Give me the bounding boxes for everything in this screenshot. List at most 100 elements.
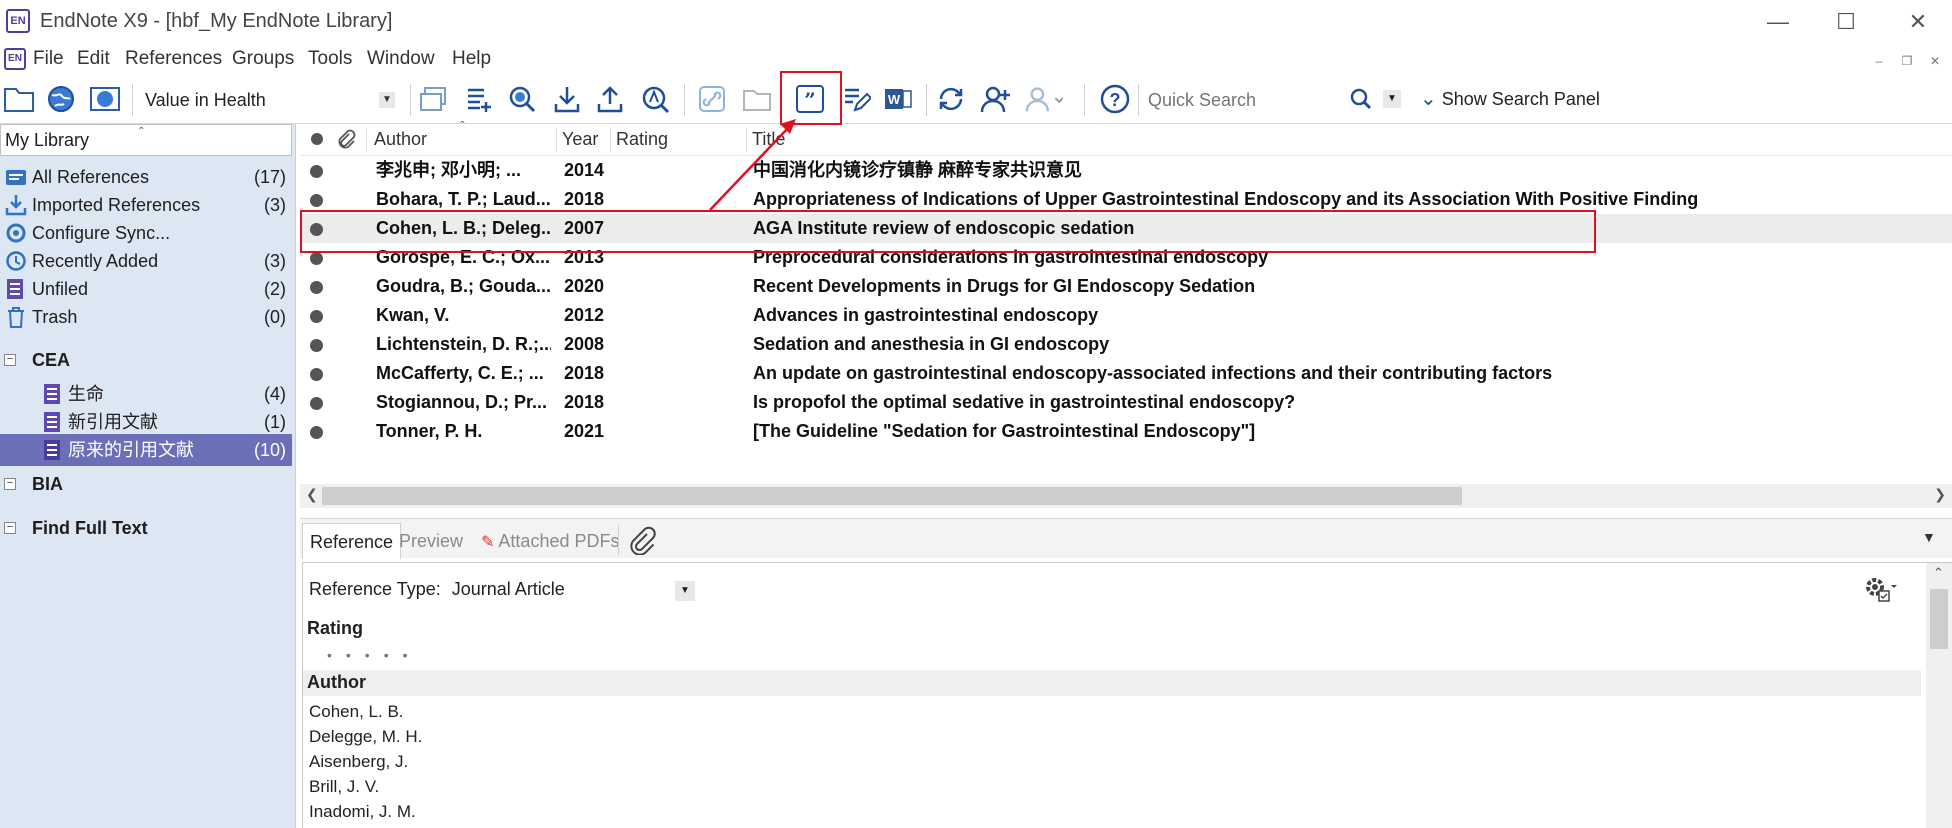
- mdi-close-button[interactable]: ✕: [1924, 50, 1946, 72]
- chevron-down-icon[interactable]: ▼: [379, 92, 395, 108]
- reference-row[interactable]: Stogiannou, D.; Pr... 2018 Is propofol t…: [300, 388, 1952, 417]
- reference-type-field[interactable]: Reference Type: Journal Article: [309, 579, 565, 600]
- output-style-select[interactable]: Value in Health ▼: [138, 85, 400, 115]
- row-year: 2021: [564, 421, 605, 441]
- menu-edit[interactable]: Edit: [77, 48, 110, 70]
- word-cite-icon[interactable]: W: [879, 80, 917, 118]
- unread-dot-icon[interactable]: [310, 165, 323, 178]
- year-column-header[interactable]: Year: [562, 129, 598, 150]
- gear-icon[interactable]: [1861, 573, 1897, 610]
- collapse-caret-icon[interactable]: ˆ: [139, 117, 144, 147]
- open-link-icon[interactable]: [693, 80, 731, 118]
- scrollbar-thumb[interactable]: [322, 487, 1462, 505]
- tab-attached-pdfs[interactable]: ✎ Attached PDFs: [474, 523, 626, 559]
- open-file-icon[interactable]: [738, 80, 776, 118]
- endnote-doc-icon[interactable]: EN: [4, 48, 26, 70]
- scroll-left-icon[interactable]: ❮: [306, 486, 318, 503]
- author-column-header[interactable]: Author: [374, 129, 427, 150]
- title-column-header[interactable]: Title: [752, 129, 785, 150]
- row-author: Kwan, V.: [376, 305, 450, 325]
- reference-row[interactable]: 李兆申; 邓小明; ... 2014 中国消化内镜诊疗镇静 麻醉专家共识意见: [300, 156, 1952, 185]
- edit-reference-icon[interactable]: [837, 80, 875, 118]
- reference-type-value: Journal Article: [451, 579, 565, 599]
- menu-groups[interactable]: Groups: [232, 48, 294, 70]
- horizontal-scrollbar[interactable]: ❮ ❯: [300, 484, 1952, 508]
- vertical-scrollbar[interactable]: ⌃: [1926, 563, 1952, 828]
- reference-row-selected[interactable]: Cohen, L. B.; Deleg... 2007 AGA Institut…: [300, 214, 1952, 243]
- unread-dot-icon[interactable]: [310, 397, 323, 410]
- collapse-toggle-icon[interactable]: −: [4, 478, 16, 490]
- quick-search-input[interactable]: [1140, 85, 1370, 115]
- reference-row[interactable]: Bohara, T. P.; Laud... 2018 Appropriaten…: [300, 185, 1952, 214]
- unread-dot-icon[interactable]: [310, 281, 323, 294]
- menu-file[interactable]: File: [33, 48, 64, 70]
- reference-row[interactable]: Gorospe, E. C.; Ox... 2013 Preprocedural…: [300, 243, 1952, 272]
- reference-row[interactable]: Tonner, P. H. 2021 [The Guideline "Sedat…: [300, 417, 1952, 446]
- online-search-mode-icon[interactable]: [42, 80, 80, 118]
- help-icon[interactable]: ?: [1096, 80, 1134, 118]
- find-full-text-icon[interactable]: [636, 80, 674, 118]
- show-search-panel-button[interactable]: ⌄ Show Search Panel: [1420, 86, 1600, 111]
- activity-feed-icon[interactable]: [1025, 80, 1063, 118]
- mdi-restore-button[interactable]: ❐: [1896, 50, 1918, 72]
- reference-row[interactable]: Kwan, V. 2012 Advances in gastrointestin…: [300, 301, 1952, 330]
- group-set-bia[interactable]: − BIA: [0, 468, 292, 500]
- local-library-mode-icon[interactable]: [0, 80, 38, 118]
- my-library-header[interactable]: My Library ˆ: [0, 124, 292, 156]
- rating-column-header[interactable]: Rating: [616, 129, 668, 150]
- search-options-dropdown[interactable]: ▼: [1383, 90, 1401, 108]
- reference-row[interactable]: McCafferty, C. E.; ... 2018 An update on…: [300, 359, 1952, 388]
- insert-citation-icon[interactable]: ”: [791, 80, 829, 118]
- integrated-library-mode-icon[interactable]: [86, 80, 124, 118]
- reference-row[interactable]: Lichtenstein, D. R.;... 2008 Sedation an…: [300, 330, 1952, 359]
- copy-to-local-library-icon[interactable]: [414, 80, 452, 118]
- export-icon[interactable]: [591, 80, 629, 118]
- tab-preview[interactable]: Preview: [392, 523, 470, 559]
- attach-file-icon[interactable]: [628, 525, 658, 560]
- read-status-column-header[interactable]: [310, 130, 324, 151]
- unread-dot-icon[interactable]: [310, 252, 323, 265]
- author-entry[interactable]: Cohen, L. B.: [309, 702, 404, 722]
- unread-dot-icon[interactable]: [310, 223, 323, 236]
- menu-window[interactable]: Window: [367, 48, 435, 70]
- group-item-original-citations[interactable]: 原来的引用文献 (10): [0, 434, 292, 466]
- reference-type-dropdown[interactable]: ▼: [675, 581, 695, 601]
- unread-dot-icon[interactable]: [310, 426, 323, 439]
- scrollbar-thumb[interactable]: [1930, 589, 1948, 649]
- scroll-right-icon[interactable]: ❯: [1934, 486, 1946, 503]
- share-group-icon[interactable]: [977, 80, 1015, 118]
- menu-references[interactable]: References: [125, 48, 222, 70]
- unread-dot-icon[interactable]: [310, 194, 323, 207]
- reference-row[interactable]: Goudra, B.; Gouda... 2020 Recent Develop…: [300, 272, 1952, 301]
- paperclip-icon[interactable]: [336, 128, 356, 155]
- unread-dot-icon[interactable]: [310, 368, 323, 381]
- row-title: 中国消化内镜诊疗镇静 麻醉专家共识意见: [753, 160, 1082, 180]
- menu-bar: EN File Edit References Groups Tools Win…: [0, 44, 1952, 76]
- sync-icon[interactable]: [932, 80, 970, 118]
- group-set-find-full-text[interactable]: − Find Full Text: [0, 512, 292, 544]
- menu-help[interactable]: Help: [452, 48, 491, 70]
- tab-reference[interactable]: Reference: [302, 523, 402, 559]
- menu-tools[interactable]: Tools: [308, 48, 352, 70]
- unread-dot-icon[interactable]: [310, 339, 323, 352]
- collapse-toggle-icon[interactable]: −: [4, 522, 16, 534]
- close-button[interactable]: ✕: [1898, 8, 1938, 36]
- collapse-toggle-icon[interactable]: −: [4, 354, 16, 366]
- sidebar-item-trash[interactable]: Trash (0): [0, 301, 292, 333]
- maximize-button[interactable]: ☐: [1826, 8, 1866, 36]
- panel-layout-dropdown-icon[interactable]: ▼: [1922, 529, 1936, 545]
- mdi-minimize-button[interactable]: –: [1868, 50, 1890, 72]
- rating-stars[interactable]: •••••: [327, 647, 422, 663]
- author-entry[interactable]: Delegge, M. H.: [309, 727, 422, 747]
- author-entry[interactable]: Brill, J. V.: [309, 777, 379, 797]
- search-icon[interactable]: [1346, 80, 1376, 118]
- author-entry[interactable]: Aisenberg, J.: [309, 752, 408, 772]
- author-entry[interactable]: Inadomi, J. M.: [309, 802, 416, 822]
- scroll-up-icon[interactable]: ⌃: [1933, 565, 1944, 581]
- new-reference-icon[interactable]: [460, 80, 498, 118]
- unread-dot-icon[interactable]: [310, 310, 323, 323]
- minimize-button[interactable]: —: [1758, 8, 1798, 36]
- import-icon[interactable]: [548, 80, 586, 118]
- group-set-cea[interactable]: − CEA: [0, 344, 292, 376]
- online-search-icon[interactable]: [503, 80, 541, 118]
